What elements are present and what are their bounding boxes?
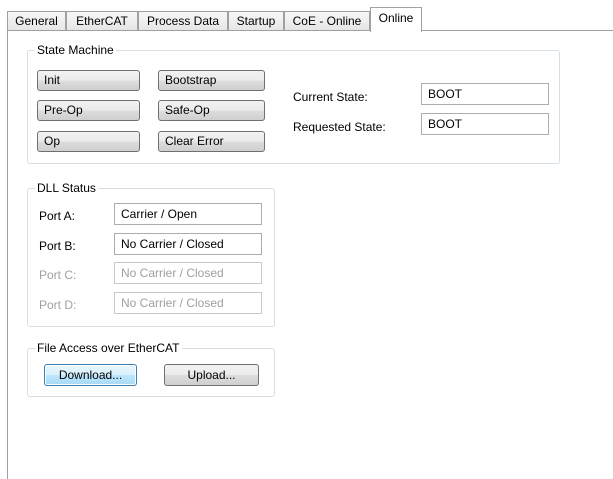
op-button[interactable]: Op	[37, 131, 140, 152]
current-state-field[interactable]: BOOT	[421, 83, 549, 105]
tab-coe-online[interactable]: CoE - Online	[284, 11, 370, 30]
port-b-label: Port B:	[39, 239, 76, 253]
dll-status-group: DLL Status Port A: Carrier / Open Port B…	[27, 180, 275, 327]
requested-state-label: Requested State:	[293, 120, 386, 134]
port-b-field[interactable]: No Carrier / Closed	[114, 233, 262, 255]
port-c-field: No Carrier / Closed	[114, 262, 262, 284]
file-access-group: File Access over EtherCAT Download... Up…	[27, 340, 275, 397]
port-a-label: Port A:	[39, 209, 76, 223]
dll-status-title: DLL Status	[35, 180, 98, 196]
download-button[interactable]: Download...	[44, 364, 137, 386]
port-d-label: Port D:	[39, 298, 77, 312]
upload-button[interactable]: Upload...	[164, 364, 259, 386]
tab-label: Process Data	[146, 14, 220, 28]
tab-process-data[interactable]: Process Data	[138, 11, 228, 30]
online-tab-panel: State Machine Init Pre-Op Op Bootstrap S…	[7, 30, 613, 479]
port-c-label: Port C:	[39, 268, 77, 282]
tab-label: Online	[378, 11, 414, 25]
init-button[interactable]: Init	[37, 70, 140, 91]
requested-state-field[interactable]: BOOT	[421, 113, 549, 135]
tab-general[interactable]: General	[7, 11, 66, 30]
preop-button[interactable]: Pre-Op	[37, 100, 140, 121]
tab-startup[interactable]: Startup	[228, 11, 284, 30]
safeop-button[interactable]: Safe-Op	[158, 100, 265, 121]
port-d-field: No Carrier / Closed	[114, 292, 262, 314]
tab-baseline	[7, 30, 613, 31]
state-machine-group: State Machine Init Pre-Op Op Bootstrap S…	[27, 42, 560, 164]
tab-label: CoE - Online	[292, 14, 362, 28]
tab-label: Startup	[236, 14, 276, 28]
tab-label: General	[15, 14, 58, 28]
file-access-title: File Access over EtherCAT	[35, 340, 182, 356]
tab-label: EtherCAT	[76, 14, 128, 28]
current-state-label: Current State:	[293, 90, 368, 104]
state-machine-title: State Machine	[35, 42, 116, 58]
port-a-field[interactable]: Carrier / Open	[114, 203, 262, 225]
bootstrap-button[interactable]: Bootstrap	[158, 70, 265, 91]
tab-strip: General EtherCAT Process Data Startup Co…	[0, 0, 613, 32]
tab-online[interactable]: Online	[370, 7, 422, 32]
tab-ethercat[interactable]: EtherCAT	[66, 11, 138, 30]
clear-error-button[interactable]: Clear Error	[158, 131, 265, 152]
